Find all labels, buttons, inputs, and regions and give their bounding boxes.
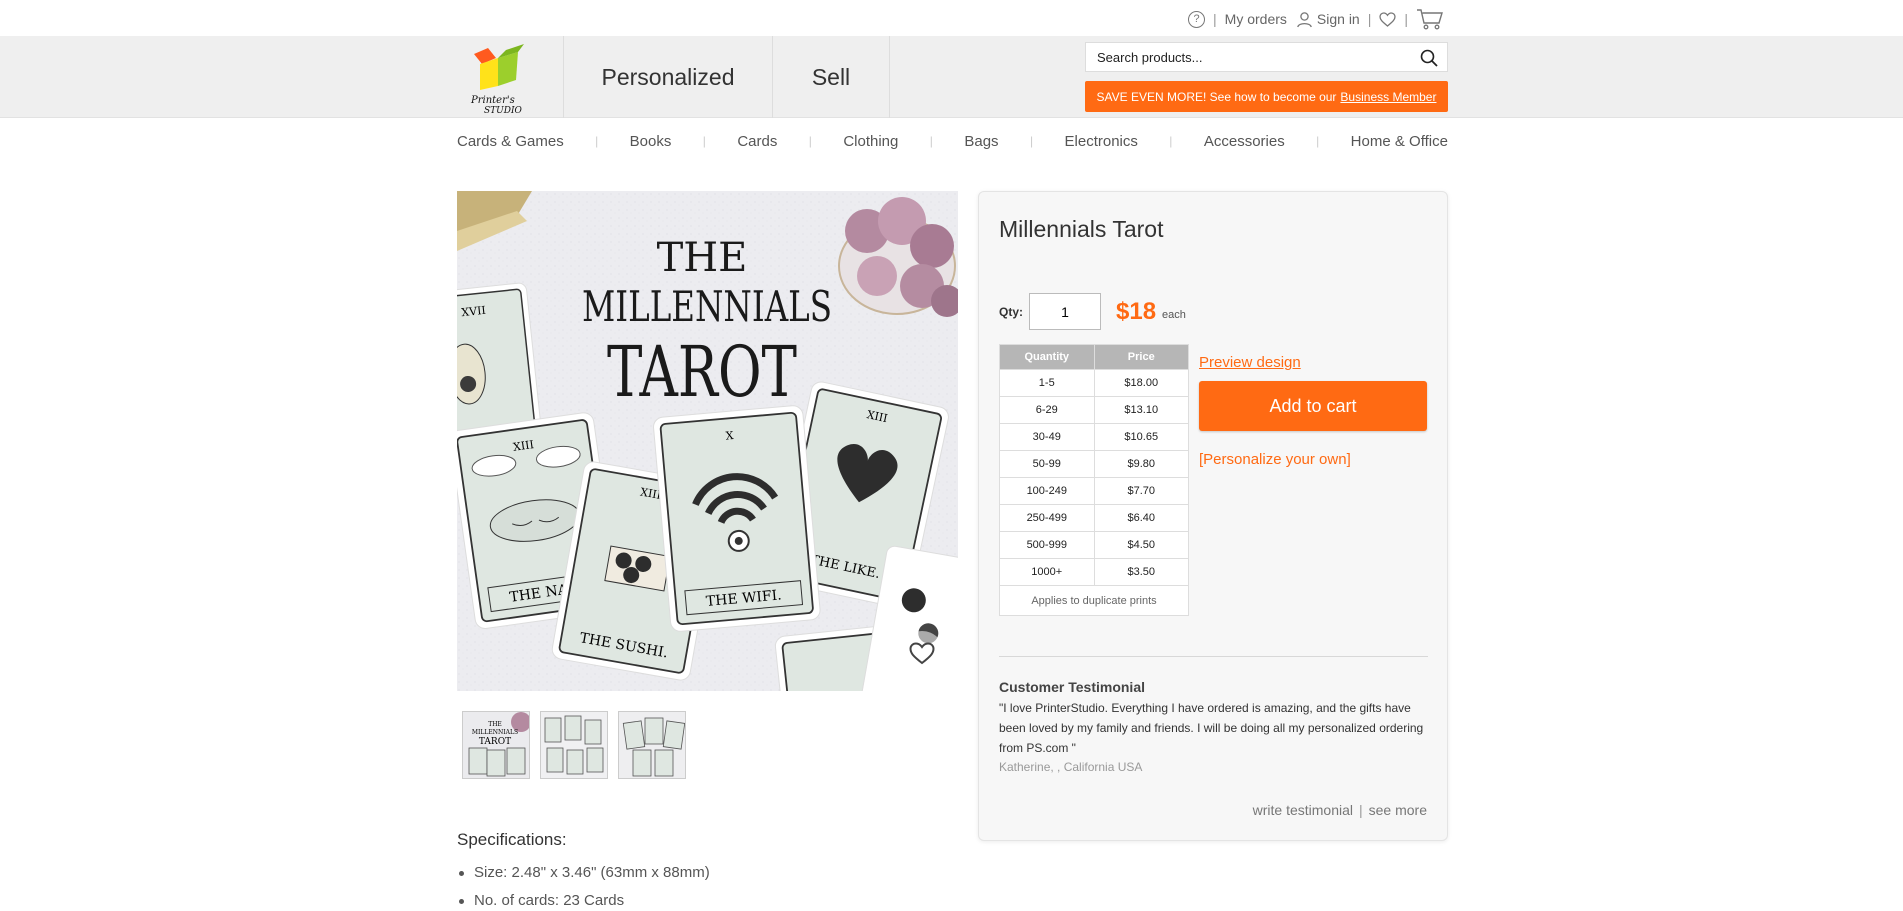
spec-size: Size: 2.48" x 3.46" (63mm x 88mm): [457, 864, 710, 881]
tarot-title-line1: THE: [657, 235, 748, 281]
testimonial-title: Customer Testimonial: [999, 679, 1145, 695]
add-to-cart-button[interactable]: Add to cart: [1199, 381, 1427, 431]
category-books[interactable]: Books: [630, 133, 672, 150]
table-row: 50-99 $9.80: [999, 450, 1189, 478]
thumbnail-3[interactable]: [618, 711, 686, 779]
thumbnail-strip: THE MILLENNIALS TAROT: [462, 711, 686, 779]
utility-bar: ? | My orders Sign in | |: [0, 0, 1903, 36]
personalize-your-own-link[interactable]: [Personalize your own]: [1199, 451, 1351, 468]
price-unit: each: [1162, 308, 1186, 321]
heart-icon: [909, 641, 935, 664]
sign-in-label: Sign in: [1316, 11, 1360, 27]
svg-text:MILLENNIALS: MILLENNIALS: [472, 729, 518, 736]
search-icon[interactable]: [1420, 49, 1438, 67]
col-quantity: Quantity: [999, 344, 1095, 370]
table-row: 250-499 $6.40: [999, 504, 1189, 532]
category-nav: Cards & Games | Books | Cards | Clothing | B…: [457, 132, 1448, 150]
duplicate-prints-note: Applies to duplicate prints: [999, 585, 1189, 616]
category-home-office[interactable]: Home & Office: [1351, 133, 1448, 150]
table-row: 100-249 $7.70: [999, 477, 1189, 505]
card-numeral-wifi: X: [725, 429, 734, 443]
card-numeral-xvii: XVII: [461, 304, 487, 319]
table-row: 30-49 $10.65: [999, 423, 1189, 451]
unit-price: $18: [1116, 297, 1157, 325]
logo-text-line2: STUDIO: [484, 106, 523, 114]
add-to-favorites-button[interactable]: [900, 631, 944, 675]
divider: [999, 656, 1428, 657]
table-row: 1-5 $18.00: [999, 369, 1189, 397]
category-bags[interactable]: Bags: [964, 133, 998, 150]
category-accessories[interactable]: Accessories: [1204, 133, 1285, 150]
testimonial-links: write testimonial | see more: [1252, 802, 1427, 818]
utility-links: ? | My orders Sign in | |: [1188, 8, 1444, 30]
my-orders-link[interactable]: My orders: [1225, 11, 1287, 27]
svg-text:TAROT: TAROT: [479, 737, 511, 747]
business-member-link[interactable]: Business Member: [1340, 90, 1436, 104]
category-cards-games[interactable]: Cards & Games: [457, 133, 564, 150]
qty-label: Qty:: [999, 304, 1023, 319]
quantity-row: Qty: $18 each: [999, 293, 1186, 330]
col-price: Price: [1093, 344, 1189, 370]
specifications-section: Specifications: Size: 2.48" x 3.46" (63m…: [457, 830, 710, 911]
spec-card-count: No. of cards: 23 Cards: [457, 892, 710, 909]
header-nav: Personalized Sell: [563, 36, 890, 118]
table-row: 6-29 $13.10: [999, 396, 1189, 424]
product-main-image[interactable]: THE MILLENNIALS TAROT XVII XIII THE NAP.: [457, 191, 958, 691]
help-icon[interactable]: ?: [1188, 10, 1206, 28]
thumbnail-2[interactable]: [540, 711, 608, 779]
preview-design-link[interactable]: Preview design: [1199, 354, 1301, 371]
printerstudio-logo[interactable]: Printer's STUDIO: [466, 42, 530, 116]
nav-sell[interactable]: Sell: [773, 36, 890, 118]
table-header-row: Quantity Price: [999, 344, 1189, 370]
product-panel: Millennials Tarot Qty: $18 each Quantity…: [978, 191, 1448, 841]
tarot-title-line2: MILLENNIALS: [582, 282, 832, 331]
logo-text-line1: Printer's: [470, 95, 515, 106]
category-electronics[interactable]: Electronics: [1065, 133, 1138, 150]
testimonial-text: "I love PrinterStudio. Everything I have…: [999, 701, 1424, 755]
see-more-link[interactable]: see more: [1369, 802, 1427, 818]
search-input[interactable]: [1097, 49, 1417, 65]
specifications-list: Size: 2.48" x 3.46" (63mm x 88mm) No. of…: [457, 864, 710, 909]
quantity-price-table: Quantity Price 1-5 $18.00 6-29 $13.10 30-4…: [999, 344, 1189, 616]
business-member-banner[interactable]: SAVE EVEN MORE! See how to become our Bu…: [1085, 81, 1448, 112]
nav-personalized[interactable]: Personalized: [564, 36, 773, 118]
specifications-title: Specifications:: [457, 830, 567, 849]
thumbnail-1[interactable]: THE MILLENNIALS TAROT: [462, 711, 530, 779]
site-header: Printer's STUDIO Personalized Sell SAVE …: [0, 36, 1903, 118]
table-row: 500-999 $4.50: [999, 531, 1189, 559]
sign-in-link[interactable]: Sign in: [1296, 11, 1360, 28]
table-row: 1000+ $3.50: [999, 558, 1189, 586]
wishlist-heart-icon[interactable]: [1379, 11, 1397, 27]
promo-text: SAVE EVEN MORE! See how to become our: [1096, 89, 1337, 104]
category-cards[interactable]: Cards: [737, 133, 777, 150]
search-box: [1085, 42, 1448, 72]
tarot-title-line3: TAROT: [607, 331, 797, 413]
tarot-product-photo: THE MILLENNIALS TAROT XVII XIII THE NAP.: [457, 191, 958, 691]
user-icon: [1297, 11, 1312, 27]
testimonial-author: Katherine, , California USA: [999, 760, 1143, 774]
category-clothing[interactable]: Clothing: [843, 133, 898, 150]
write-testimonial-link[interactable]: write testimonial: [1253, 802, 1353, 818]
svg-text:THE: THE: [488, 721, 502, 728]
table-note-row: Applies to duplicate prints: [999, 585, 1189, 616]
cart-icon[interactable]: [1416, 8, 1444, 30]
product-title: Millennials Tarot: [999, 216, 1164, 242]
quantity-input[interactable]: [1029, 293, 1101, 330]
